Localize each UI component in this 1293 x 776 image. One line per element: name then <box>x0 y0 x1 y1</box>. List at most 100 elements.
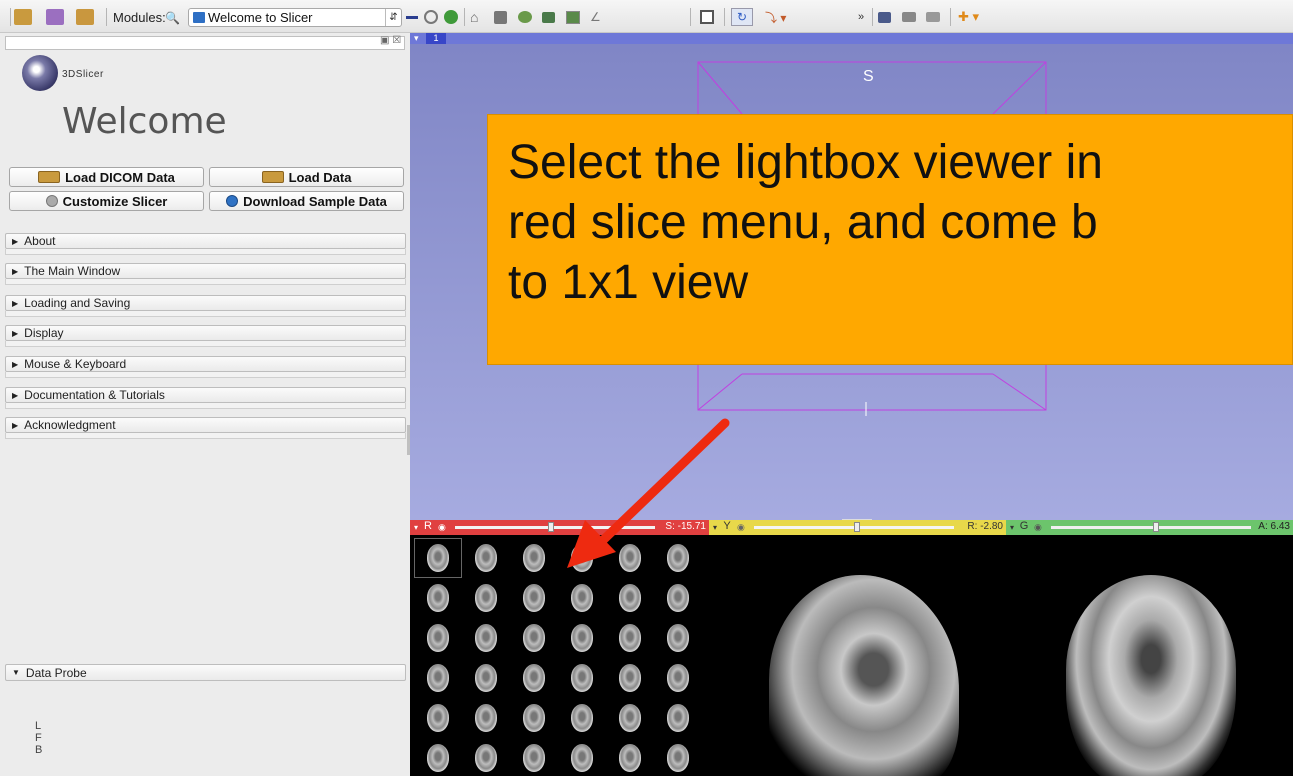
module-history-button[interactable] <box>406 8 418 26</box>
yellow-slice-controller[interactable]: ▾ Y ◉ R: -2.80 <box>709 520 1006 535</box>
slice-menu-pin-icon[interactable]: ▾ <box>711 521 719 534</box>
red-slice-view-lightbox[interactable] <box>410 535 709 776</box>
lightbox-cell[interactable] <box>510 658 558 698</box>
mouse-mode-button[interactable]: ⤵ ▾ <box>765 8 786 26</box>
home-button[interactable]: ⌂ <box>470 8 478 26</box>
home-icon: ⌂ <box>470 9 479 25</box>
forward-button[interactable] <box>444 8 458 26</box>
section-documentation-tutorials[interactable]: ▶ Documentation & Tutorials <box>5 387 406 403</box>
more-tools-button[interactable]: » <box>858 8 864 26</box>
eye-icon[interactable]: ◉ <box>737 522 747 532</box>
data-probe-section[interactable]: ▼ Data Probe <box>5 664 406 681</box>
lightbox-cell[interactable] <box>558 658 606 698</box>
layout-button[interactable] <box>700 8 714 26</box>
crosshair-button[interactable]: ✚ ▾ <box>958 8 979 26</box>
lightbox-cell[interactable] <box>654 618 702 658</box>
lightbox-cell[interactable] <box>462 618 510 658</box>
editor-module-button[interactable] <box>566 8 580 26</box>
load-data-button[interactable]: Load Data <box>209 167 404 187</box>
save-button[interactable] <box>76 8 94 26</box>
lightbox-cell[interactable] <box>654 538 702 578</box>
lightbox-cell[interactable] <box>606 618 654 658</box>
red-slice-slider-thumb[interactable] <box>548 522 554 532</box>
red-slice-slider-track[interactable] <box>455 526 655 529</box>
lightbox-cell[interactable] <box>558 578 606 618</box>
3d-view-controller-bar[interactable]: ▾ 1 <box>410 33 1293 44</box>
markups-module-button[interactable]: ∠ <box>590 8 601 26</box>
green-slice-view-coronal[interactable] <box>1006 535 1293 776</box>
lightbox-cell[interactable] <box>606 658 654 698</box>
section-label: Acknowledgment <box>24 418 116 432</box>
brain-slice-thumbnail <box>571 664 593 692</box>
section-display[interactable]: ▶ Display <box>5 325 406 341</box>
scene-view-menu-button[interactable] <box>926 8 940 26</box>
lightbox-cell[interactable] <box>414 738 462 776</box>
lightbox-cell[interactable] <box>558 538 606 578</box>
lightbox-cell[interactable] <box>462 658 510 698</box>
slice-menu-pin-icon[interactable]: ▾ <box>412 521 420 534</box>
lightbox-cell[interactable] <box>510 618 558 658</box>
eye-icon[interactable]: ◉ <box>1034 522 1044 532</box>
volumes-module-button[interactable] <box>494 8 507 26</box>
section-loading-saving[interactable]: ▶ Loading and Saving <box>5 295 406 311</box>
green-slice-slider-track[interactable] <box>1051 526 1251 529</box>
rotate-view-button[interactable]: ↻ <box>731 8 753 26</box>
lightbox-cell[interactable] <box>414 658 462 698</box>
eye-icon[interactable]: ◉ <box>438 522 448 532</box>
lightbox-cell[interactable] <box>606 698 654 738</box>
brain-slice-thumbnail <box>667 744 689 772</box>
section-divider <box>5 433 406 439</box>
lightbox-cell[interactable] <box>654 658 702 698</box>
lightbox-cell[interactable] <box>558 618 606 658</box>
lightbox-cell[interactable] <box>558 738 606 776</box>
lightbox-cell[interactable] <box>414 538 462 578</box>
customize-slicer-button[interactable]: Customize Slicer <box>9 191 204 211</box>
download-sample-data-button[interactable]: Download Sample Data <box>209 191 404 211</box>
load-dicom-data-button[interactable]: Load DICOM Data <box>9 167 204 187</box>
brain-slice-thumbnail <box>571 624 593 652</box>
section-about[interactable]: ▶ About <box>5 233 406 249</box>
lightbox-cell[interactable] <box>606 578 654 618</box>
yellow-slice-view-sagittal[interactable] <box>709 535 1006 776</box>
load-data-button[interactable] <box>14 8 32 26</box>
lightbox-cell[interactable] <box>558 698 606 738</box>
lightbox-cell[interactable] <box>462 538 510 578</box>
lightbox-cell[interactable] <box>510 578 558 618</box>
lightbox-cell[interactable] <box>510 738 558 776</box>
module-selector[interactable]: Welcome to Slicer ⇵ <box>188 8 402 27</box>
lightbox-cell[interactable] <box>462 578 510 618</box>
lightbox-cell[interactable] <box>654 578 702 618</box>
pin-icon[interactable]: ▾ <box>414 33 419 44</box>
lightbox-cell[interactable] <box>414 618 462 658</box>
lightbox-cell[interactable] <box>654 738 702 776</box>
section-main-window[interactable]: ▶ The Main Window <box>5 263 406 279</box>
load-dicom-button[interactable] <box>46 8 64 26</box>
lightbox-cell[interactable] <box>462 738 510 776</box>
dock-buttons[interactable]: ▣ ☒ <box>380 35 401 46</box>
lightbox-cell[interactable] <box>414 578 462 618</box>
screenshot-button[interactable] <box>878 8 891 26</box>
green-slice-controller[interactable]: ▾ G ◉ A: 6.43 <box>1006 520 1293 535</box>
lightbox-cell[interactable] <box>414 698 462 738</box>
lightbox-cell[interactable] <box>510 698 558 738</box>
back-button[interactable] <box>424 8 438 26</box>
green-slice-slider-thumb[interactable] <box>1153 522 1159 532</box>
slice-menu-pin-icon[interactable]: ▾ <box>1008 521 1016 534</box>
coronal-brain-image <box>1066 575 1236 776</box>
transforms-module-button[interactable] <box>542 8 555 26</box>
lightbox-cell[interactable] <box>606 538 654 578</box>
module-panel-search-field[interactable] <box>5 36 405 50</box>
yellow-slice-slider-thumb[interactable] <box>854 522 860 532</box>
red-slice-controller[interactable]: ▾ R ◉ S: -15.71 <box>410 520 709 535</box>
models-module-button[interactable] <box>518 8 532 26</box>
lightbox-cell[interactable] <box>654 698 702 738</box>
lightbox-cell[interactable] <box>462 698 510 738</box>
lightbox-cell[interactable] <box>510 538 558 578</box>
section-mouse-keyboard[interactable]: ▶ Mouse & Keyboard <box>5 356 406 372</box>
module-search-button[interactable]: 🔍 <box>165 9 180 27</box>
scene-view-button[interactable] <box>902 8 916 26</box>
lightbox-cell[interactable] <box>606 738 654 776</box>
brain-slice-thumbnail <box>427 544 449 572</box>
expand-arrow-icon: ▶ <box>12 390 19 400</box>
section-acknowledgment[interactable]: ▶ Acknowledgment <box>5 417 406 433</box>
